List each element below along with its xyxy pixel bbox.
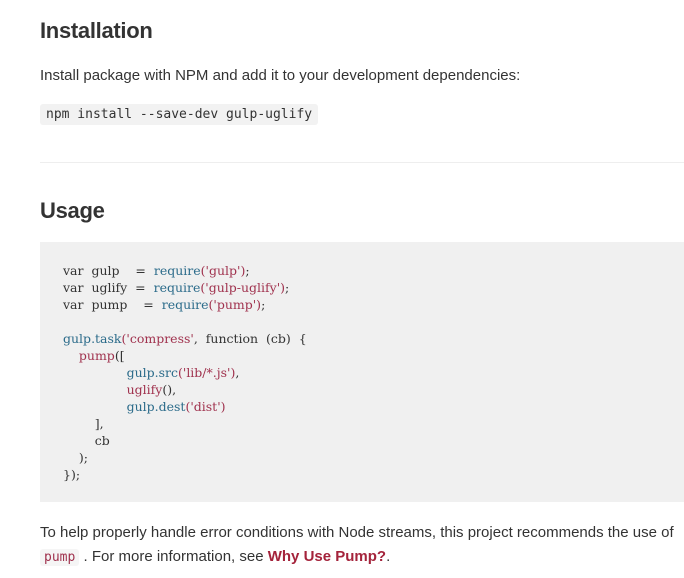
- code-token: ('dist'): [185, 399, 226, 414]
- code-token: ;: [285, 280, 290, 295]
- code-token: var: [63, 280, 84, 295]
- code-token: pump: [78, 348, 115, 363]
- code-token: ('gulp-uglify'): [200, 280, 286, 295]
- code-token: gulp.dest: [126, 399, 186, 414]
- installation-heading: Installation: [40, 18, 153, 43]
- footer-text: To help properly handle error conditions…: [40, 524, 674, 541]
- usage-heading: Usage: [40, 198, 105, 223]
- code-token: uglify: [126, 382, 163, 397]
- code-token: ,: [235, 365, 240, 380]
- code-token: (),: [162, 382, 177, 397]
- code-token: ('gulp'): [200, 263, 246, 278]
- code-token: =: [143, 297, 154, 312]
- footer-text-end: .: [386, 548, 391, 565]
- code-token: );: [78, 450, 88, 465]
- code-token: pump: [91, 297, 128, 312]
- footer-paragraph: To help properly handle error conditions…: [40, 521, 674, 570]
- code-token: gulp: [63, 331, 92, 346]
- code-token: require: [161, 297, 209, 312]
- installation-description: Install package with NPM and add it to y…: [40, 67, 521, 84]
- why-use-pump-link[interactable]: Why Use Pump?: [268, 548, 386, 565]
- code-token: uglify: [91, 280, 128, 295]
- code-token: ],: [94, 416, 104, 431]
- footer-text-middle: . For more information, see: [83, 548, 264, 565]
- code-token: require: [153, 263, 201, 278]
- code-token: ;: [245, 263, 250, 278]
- section-divider: [40, 162, 684, 163]
- code-token: var: [63, 297, 84, 312]
- code-token: var: [63, 263, 84, 278]
- code-token: });: [63, 467, 81, 482]
- code-token: , function (cb) {: [193, 331, 307, 346]
- code-token: gulp.src: [126, 365, 178, 380]
- code-token: =: [135, 280, 146, 295]
- code-token: cb: [94, 433, 110, 448]
- usage-code-block: var gulp = require('gulp'); var uglify =…: [40, 242, 684, 502]
- code-listing: var gulp = require('gulp'); var uglify =…: [63, 262, 307, 483]
- pump-inline-code: pump: [40, 549, 80, 566]
- code-token: ([: [114, 348, 125, 363]
- code-token: ('compress': [121, 331, 194, 346]
- code-token: .task: [91, 331, 122, 346]
- code-token: require: [153, 280, 201, 295]
- code-token: ('lib/*.js'): [178, 365, 236, 380]
- code-token: =: [135, 263, 146, 278]
- code-token: ;: [261, 297, 266, 312]
- install-command: npm install --save-dev gulp-uglify: [40, 104, 319, 125]
- code-token: gulp: [91, 263, 120, 278]
- code-token: ('pump'): [208, 297, 262, 312]
